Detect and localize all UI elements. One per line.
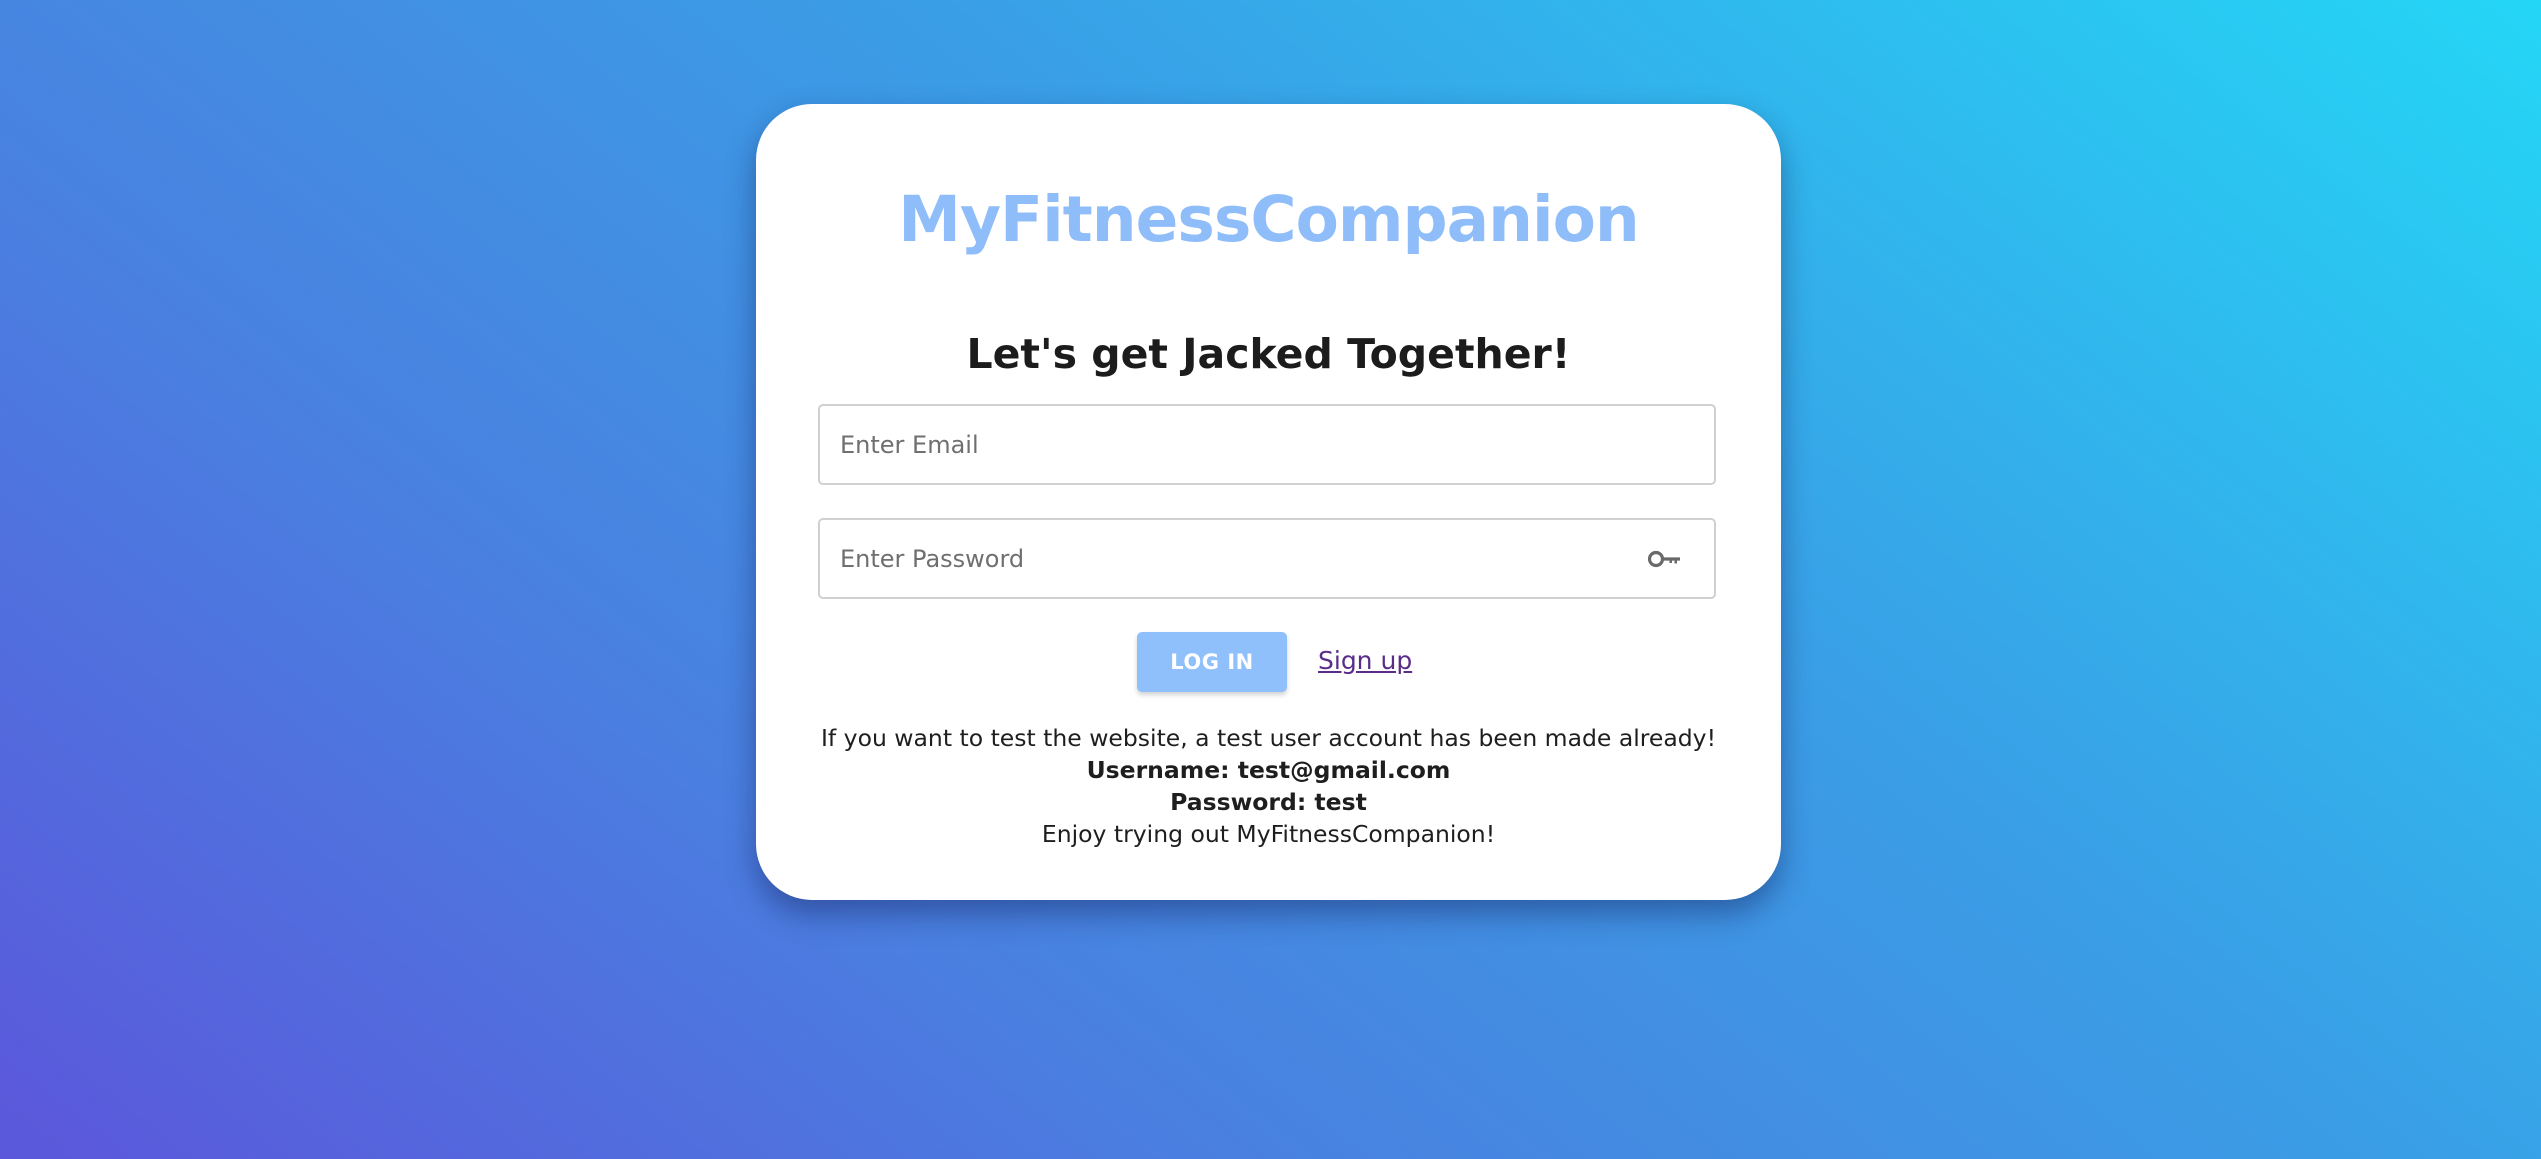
info-text: If you want to test the website, a test … xyxy=(820,724,1716,752)
signup-link[interactable]: Sign up xyxy=(1318,646,1412,675)
closing-text: Enjoy trying out MyFitnessCompanion! xyxy=(1041,820,1496,848)
email-field[interactable] xyxy=(818,404,1716,485)
test-account-info: If you want to test the website, a test … xyxy=(756,722,1781,850)
login-card: MyFitnessCompanion Let's get Jacked Toge… xyxy=(756,104,1781,900)
test-password: Password: test xyxy=(1170,788,1367,816)
key-icon[interactable] xyxy=(1648,548,1682,570)
tagline-heading: Let's get Jacked Together! xyxy=(966,330,1571,378)
password-field[interactable] xyxy=(818,518,1716,599)
test-username: Username: test@gmail.com xyxy=(1086,756,1451,784)
email-input[interactable] xyxy=(820,406,1714,483)
password-input[interactable] xyxy=(820,520,1714,597)
login-button[interactable]: LOG IN xyxy=(1137,632,1287,692)
app-title: MyFitnessCompanion xyxy=(898,183,1639,256)
